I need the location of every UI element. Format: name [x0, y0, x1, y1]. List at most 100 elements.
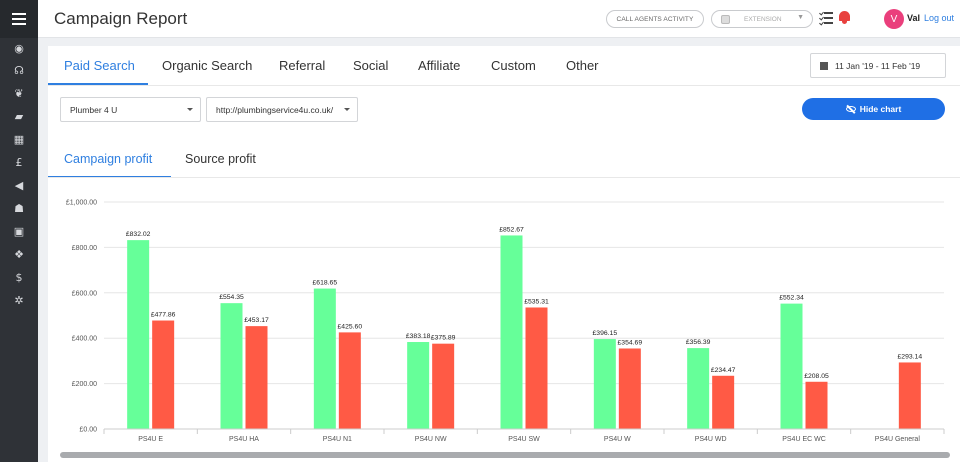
x-tick-label: PS4U E — [138, 436, 163, 443]
bar — [618, 348, 641, 429]
client-select-value: Plumber 4 U — [70, 104, 118, 115]
calendar-icon — [820, 61, 828, 70]
tab-affiliate[interactable]: Affiliate — [418, 58, 460, 73]
y-tick-label: £400.00 — [72, 336, 97, 343]
data-label: £234.47 — [711, 367, 736, 374]
data-label: £552.34 — [779, 295, 804, 302]
dashboard-icon[interactable]: ◉ — [0, 38, 38, 58]
y-tick-label: £0.00 — [79, 427, 97, 434]
data-label: £852.67 — [499, 226, 524, 233]
bar — [593, 339, 616, 429]
website-select[interactable]: http://plumbingservice4u.co.uk/ — [206, 97, 358, 122]
bar — [712, 375, 735, 429]
subtabs-divider — [48, 177, 960, 178]
dollar-icon[interactable]: $ — [0, 267, 38, 287]
x-tick-label: PS4U SW — [508, 436, 540, 443]
leaf-icon[interactable]: ❦ — [0, 83, 38, 103]
page-title: Campaign Report — [54, 9, 188, 28]
data-label: £425.60 — [338, 323, 363, 330]
x-tick-label: PS4U N1 — [323, 436, 352, 443]
bar — [127, 240, 150, 429]
tab-social[interactable]: Social — [353, 58, 388, 73]
bar — [338, 332, 361, 429]
y-tick-label: £1,000.00 — [66, 200, 97, 207]
bar — [687, 348, 710, 429]
chevron-down-icon: ▼ — [797, 14, 804, 21]
x-tick-label: PS4U WD — [695, 436, 727, 443]
x-tick-label: PS4U EC WC — [782, 436, 826, 443]
bar — [407, 342, 430, 429]
extension-select[interactable]: EXTENSION ▼ — [711, 10, 813, 28]
tab-referral[interactable]: Referral — [279, 58, 325, 73]
data-label: £396.15 — [593, 330, 618, 337]
headset-icon[interactable]: ☊ — [0, 60, 38, 80]
client-select[interactable]: Plumber 4 U — [60, 97, 201, 122]
pound-icon[interactable]: £ — [0, 152, 38, 172]
megaphone-icon[interactable]: ◀ — [0, 175, 38, 195]
briefcase-icon[interactable]: ▰ — [0, 106, 38, 126]
data-label: £356.39 — [686, 339, 711, 346]
caret-down-icon — [187, 108, 193, 111]
bell-icon[interactable] — [838, 10, 851, 25]
data-label: £477.86 — [151, 312, 176, 319]
website-select-value: http://plumbingservice4u.co.uk/ — [216, 104, 334, 115]
subtab-source-profit[interactable]: Source profit — [185, 152, 256, 166]
call-agents-activity-button[interactable]: CALL AGENTS ACTIVITY — [606, 10, 704, 28]
y-tick-label: £200.00 — [72, 381, 97, 388]
date-range-picker[interactable]: 11 Jan '19 - 11 Feb '19 — [810, 53, 946, 78]
data-label: £535.31 — [524, 298, 549, 305]
bar — [245, 326, 268, 429]
logout-link[interactable]: Log out — [924, 13, 954, 23]
table-icon[interactable]: ▦ — [0, 129, 38, 149]
tab-other[interactable]: Other — [566, 58, 599, 73]
bar — [780, 303, 803, 429]
tabs-divider — [48, 85, 960, 86]
bar — [500, 235, 523, 429]
hamburger-icon[interactable] — [0, 0, 38, 38]
header: Campaign Report CALL AGENTS ACTIVITY EXT… — [38, 0, 960, 38]
tab-organic-search[interactable]: Organic Search — [162, 58, 252, 73]
data-label: £383.18 — [406, 333, 431, 340]
cubes-icon[interactable]: ❖ — [0, 244, 38, 264]
avatar[interactable]: V — [884, 9, 904, 29]
data-label: £208.05 — [804, 373, 829, 380]
sidebar: ◉ ☊ ❦ ▰ ▦ £ ◀ ☗ ▣ ❖ $ ✲ — [0, 0, 38, 462]
contact-book-icon[interactable]: ▣ — [0, 221, 38, 241]
campaign-profit-chart: £0.00 £200.00 £400.00 £600.00 £800.00 £1,000.… — [66, 200, 945, 443]
bar — [152, 320, 175, 429]
hide-chart-button[interactable]: Hide chart — [802, 98, 945, 120]
data-label: £832.02 — [126, 231, 151, 238]
tab-paid-search[interactable]: Paid Search — [64, 58, 135, 73]
y-tick-label: £800.00 — [72, 245, 97, 252]
data-label: £375.89 — [431, 335, 456, 342]
users-icon[interactable]: ☗ — [0, 198, 38, 218]
bar — [898, 362, 921, 429]
horizontal-scrollbar[interactable] — [60, 452, 950, 458]
x-tick-label: PS4U W — [604, 436, 631, 443]
bar — [313, 288, 336, 429]
data-label: £618.65 — [313, 280, 338, 287]
date-range-value: 11 Jan '19 - 11 Feb '19 — [835, 60, 921, 71]
extension-placeholder: EXTENSION — [744, 15, 782, 23]
hide-chart-label: Hide chart — [859, 104, 902, 114]
tab-custom[interactable]: Custom — [491, 58, 536, 73]
bar — [432, 343, 455, 429]
settings-icon[interactable]: ✲ — [0, 290, 38, 310]
caret-down-icon — [344, 108, 350, 111]
x-tick-label: PS4U NW — [415, 436, 447, 443]
data-label: £293.14 — [898, 353, 923, 360]
data-label: £554.35 — [219, 294, 244, 301]
user-name: Val — [907, 13, 921, 23]
data-label: £453.17 — [244, 317, 269, 324]
subtab-campaign-profit[interactable]: Campaign profit — [64, 152, 152, 166]
bar — [220, 303, 243, 429]
report-card: Paid Search Organic Search Referral Soci… — [48, 46, 960, 462]
bar — [805, 381, 828, 429]
task-list-icon[interactable] — [820, 12, 833, 25]
bar — [525, 307, 548, 429]
phone-icon — [721, 14, 730, 24]
eye-slash-icon — [845, 106, 856, 112]
data-label: £354.69 — [618, 339, 643, 346]
x-tick-label: PS4U General — [875, 436, 921, 443]
x-tick-label: PS4U HA — [229, 436, 259, 443]
